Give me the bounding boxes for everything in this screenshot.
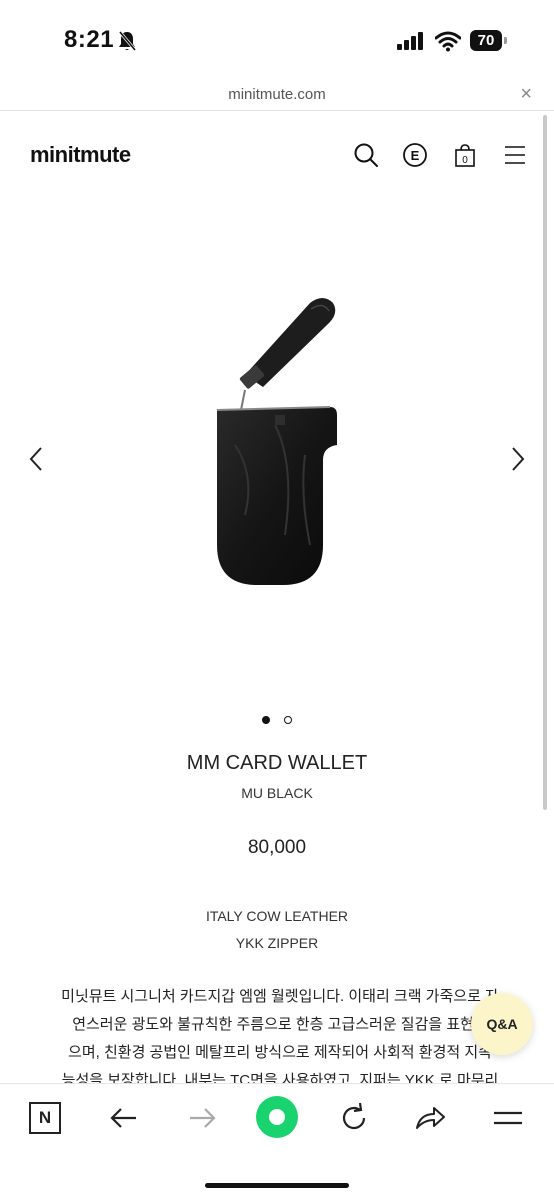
url-text[interactable]: minitmute.com [0, 86, 554, 103]
cellular-signal-icon [397, 32, 423, 50]
description-line: 능성을 보장합니다. 내부는 TC면을 사용하였고, 지퍼는 YKK 로 마무리 [61, 1072, 499, 1083]
home-circle-icon [269, 1109, 285, 1125]
bell-muted-icon [118, 31, 137, 51]
product-price: 80,000 [247, 837, 307, 858]
product-spec-material: ITALY COW LEATHER [205, 908, 349, 924]
more-menu-icon[interactable] [490, 1100, 526, 1136]
search-icon[interactable] [353, 142, 379, 168]
hamburger-menu-icon[interactable] [502, 142, 528, 168]
carousel-dot[interactable] [284, 716, 293, 724]
url-bar[interactable]: minitmute.com × [0, 80, 554, 111]
chevron-right-icon[interactable] [510, 446, 526, 472]
shopping-bag-icon[interactable]: 0 [452, 142, 478, 168]
qa-button[interactable]: Q&A [471, 993, 533, 1055]
forward-arrow-icon[interactable] [184, 1100, 220, 1136]
product-spec-zipper: YKK ZIPPER [235, 935, 319, 951]
status-bar: 8:21 70 [0, 0, 554, 80]
status-time: 8:21 [64, 26, 115, 53]
close-icon[interactable]: × [520, 83, 532, 106]
share-icon[interactable] [412, 1100, 448, 1136]
naver-n-icon[interactable]: N [29, 1102, 61, 1134]
home-button[interactable] [256, 1096, 298, 1138]
product-description: 미닛뮤트 시그니처 카드지갑 엠엠 월렛입니다. 이태리 크랙 가죽으로 자 연… [30, 983, 530, 1083]
chevron-left-icon[interactable] [28, 446, 44, 472]
carousel-dot-active[interactable] [261, 716, 270, 724]
site-logo[interactable]: minitmute [30, 142, 131, 168]
description-line: 으며, 친환경 공법인 메탈프리 방식으로 제작되어 사회적 환경적 지속 [68, 1044, 492, 1061]
back-arrow-icon[interactable] [106, 1100, 142, 1136]
product-image-carousel[interactable] [0, 200, 554, 700]
product-name: MM CARD WALLET [186, 752, 368, 774]
site-header: minitmute E 0 [0, 112, 554, 194]
reload-icon[interactable] [336, 1100, 372, 1136]
product-color: MU BLACK [241, 785, 313, 801]
product-image [216, 298, 337, 585]
e-badge-icon[interactable]: E [402, 142, 428, 168]
description-line: 연스러운 광도와 불규칙한 주름으로 한층 고급스러운 질감을 표현하 [72, 1016, 488, 1033]
description-line: 미닛뮤트 시그니처 카드지갑 엠엠 월렛입니다. 이태리 크랙 가죽으로 자 [61, 988, 499, 1005]
e-badge-label: E [411, 148, 420, 163]
battery-icon: 70 [470, 30, 508, 51]
wifi-icon [435, 31, 461, 52]
home-indicator[interactable] [205, 1183, 349, 1188]
scrollbar[interactable] [543, 115, 547, 810]
cart-count: 0 [462, 155, 468, 166]
battery-level: 70 [470, 30, 502, 51]
carousel-pagination [0, 711, 554, 729]
